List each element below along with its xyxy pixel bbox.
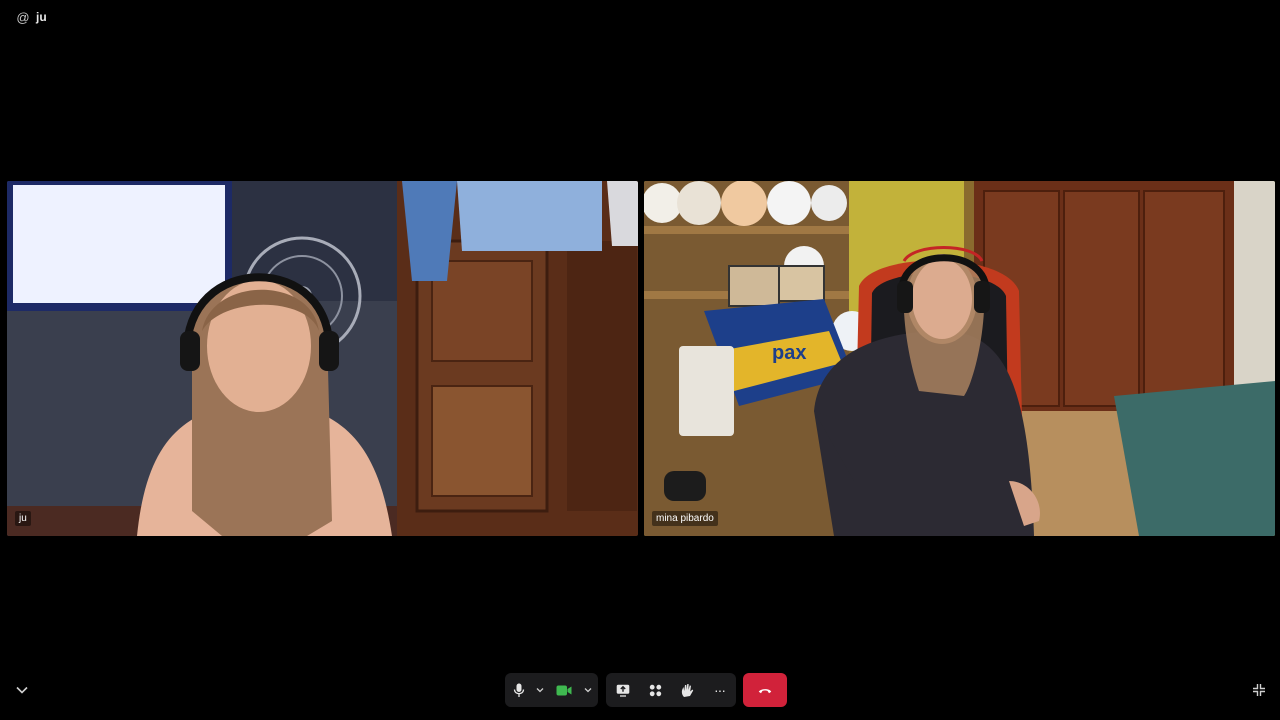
svg-text:pax: pax [772,342,806,364]
meeting-tools: ··· [606,673,736,707]
chevron-down-icon [536,688,544,693]
raise-hand-icon [681,683,694,697]
participant-tile-mina-pibardo[interactable]: pax mina pibardo [644,181,1275,536]
chevron-down-icon [16,686,28,694]
hang-up-icon [758,688,772,693]
window-title-bar: @ ju [0,0,1280,34]
participant-video-mina-pibardo: pax [644,181,1275,536]
participant-name-tag: ju [15,511,31,526]
apps-icon [649,684,661,696]
mic-options-button[interactable] [533,673,547,707]
more-icon: ··· [714,682,726,698]
exit-fullscreen-button[interactable] [1248,680,1270,700]
collapse-button[interactable] [12,680,32,700]
microphone-icon [513,683,525,697]
camera-options-button[interactable] [581,673,595,707]
av-controls [505,673,598,707]
participant-name-tag: mina pibardo [652,511,718,526]
share-screen-icon [616,684,629,697]
apps-button[interactable] [639,673,671,707]
participant-video-ju [7,181,638,536]
end-call-button[interactable] [743,673,787,707]
reactions-button[interactable] [671,673,703,707]
mic-button[interactable] [505,673,533,707]
window-title: ju [36,10,47,24]
at-sign-icon: @ [16,9,30,25]
participant-tile-ju[interactable]: ju [7,181,638,536]
chevron-down-icon [584,688,592,693]
camera-button[interactable] [547,673,581,707]
exit-fullscreen-icon [1253,684,1265,696]
more-button[interactable]: ··· [703,673,736,707]
video-camera-icon [556,685,572,695]
share-screen-button[interactable] [606,673,639,707]
